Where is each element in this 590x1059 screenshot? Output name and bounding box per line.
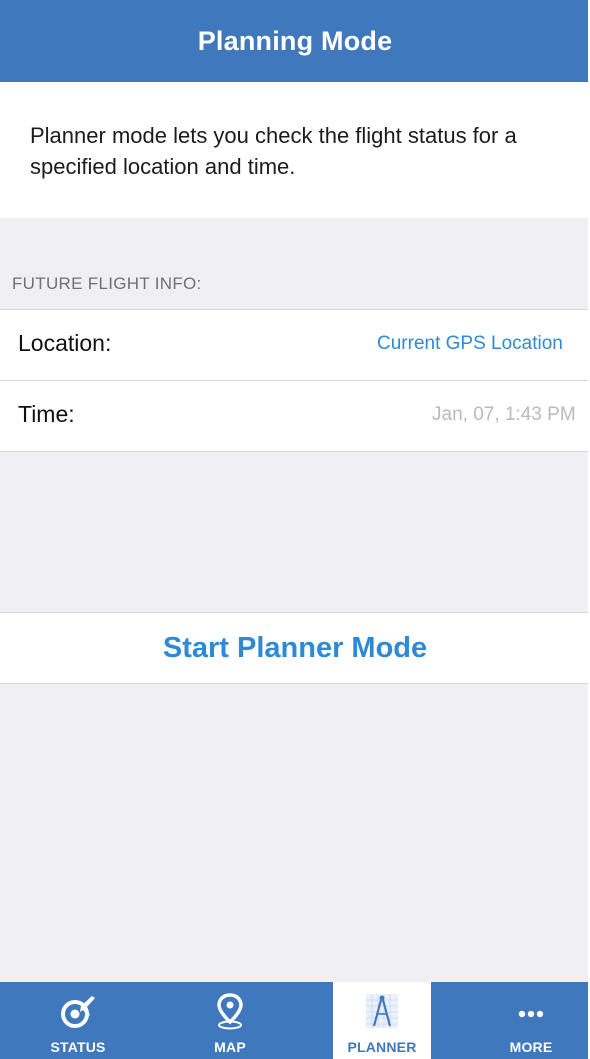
- map-pin-icon: [210, 992, 250, 1030]
- start-planner-button[interactable]: Start Planner Mode: [0, 612, 590, 684]
- page-title: Planning Mode: [197, 25, 393, 56]
- more-dots-icon: [511, 992, 551, 1030]
- tab-more-label: MORE: [509, 1039, 553, 1055]
- compass-drafting-icon: [362, 992, 402, 1030]
- future-flight-section-header: FUTURE FLIGHT INFO:: [12, 274, 202, 293]
- location-row[interactable]: Location: Current GPS Location: [0, 309, 590, 380]
- tab-status-label: STATUS: [50, 1039, 106, 1055]
- tab-more[interactable]: MORE: [476, 982, 586, 1059]
- location-value[interactable]: Current GPS Location: [377, 333, 563, 355]
- intro-panel: Planner mode lets you check the flight s…: [0, 82, 590, 218]
- start-planner-label: Start Planner Mode: [162, 631, 428, 664]
- nav-header: Planning Mode: [0, 0, 590, 82]
- time-row[interactable]: Time: Jan, 07, 1:43 PM: [0, 380, 590, 452]
- tab-planner[interactable]: PLANNER: [333, 982, 431, 1059]
- tab-bar: STATUS MAP PLANNER MORE: [0, 982, 590, 1059]
- tab-planner-label: PLANNER: [347, 1039, 417, 1055]
- tab-map[interactable]: MAP: [175, 982, 285, 1059]
- intro-description: Planner mode lets you check the flight s…: [30, 123, 517, 179]
- status-airplane-icon: [58, 992, 98, 1030]
- location-label: Location:: [18, 330, 112, 356]
- time-label: Time:: [18, 401, 75, 427]
- time-value[interactable]: Jan, 07, 1:43 PM: [432, 404, 576, 426]
- tab-status[interactable]: STATUS: [23, 982, 133, 1059]
- tab-map-label: MAP: [214, 1039, 246, 1055]
